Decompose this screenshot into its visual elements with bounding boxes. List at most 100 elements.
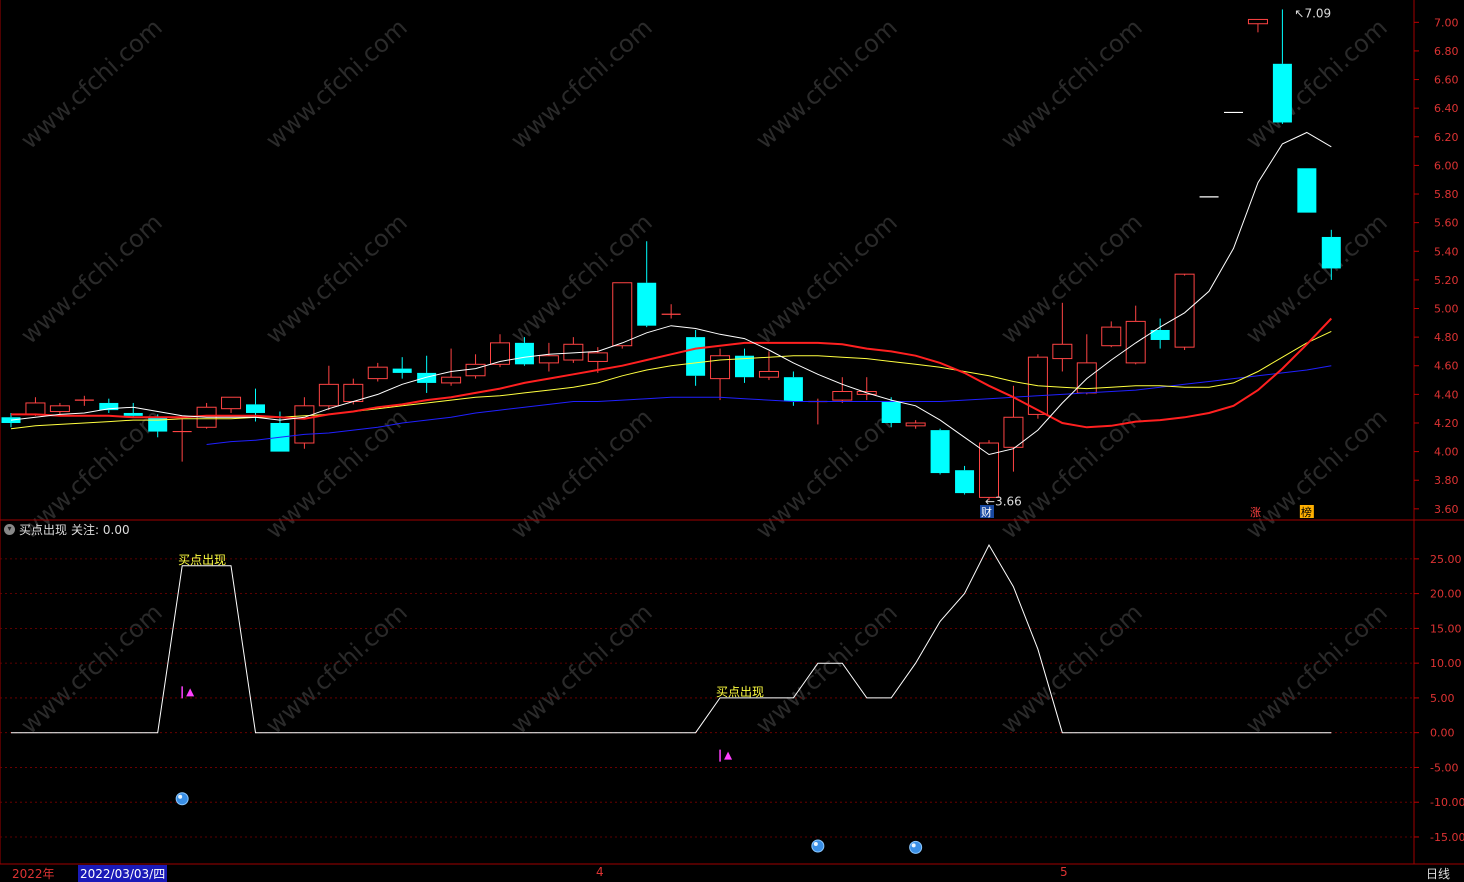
indicator-title[interactable]: ▾ 买点出现 关注: 0.00 — [4, 521, 130, 537]
watermark-text: www.cfchi.com — [995, 13, 1147, 154]
candle-body-down — [246, 404, 265, 413]
indicator-name: 买点出现 — [19, 522, 68, 537]
candle-body-up — [25, 402, 46, 415]
signal-label: 买点出现 — [716, 685, 764, 699]
ma5-line — [10, 131, 1332, 456]
watermark-text: www.cfchi.com — [1240, 208, 1392, 349]
watermark-text: www.cfchi.com — [15, 208, 167, 349]
candle-body-up — [1125, 320, 1146, 364]
candle-body-down — [417, 372, 437, 383]
candle-body-down — [1, 417, 21, 423]
indicator-tick-label: 20.00 — [1430, 588, 1462, 601]
watermark-text: www.cfchi.com — [260, 13, 412, 154]
candle-body-up — [1052, 343, 1073, 360]
watermark-text: www.cfchi.com — [750, 208, 902, 349]
candle-body-up — [1101, 326, 1122, 347]
candle-body-up — [294, 405, 315, 444]
indicator-tick-label: 0.00 — [1430, 727, 1455, 740]
indicator-tick-label: 25.00 — [1430, 553, 1462, 566]
indicator-tick-label: -15.00 — [1430, 831, 1464, 844]
candle-body-up — [612, 282, 633, 347]
ball-marker-icon — [909, 840, 923, 854]
indicator-line — [11, 543, 1332, 734]
badge-zhang: 涨 — [1250, 506, 1261, 519]
badge-bang: 榜 — [1301, 505, 1312, 519]
candle-body-up — [367, 366, 388, 380]
price-tick-label: 5.20 — [1434, 274, 1459, 287]
candle-body-up — [318, 383, 339, 407]
month-label-4: 4 — [596, 865, 604, 879]
watermark-text: www.cfchi.com — [750, 403, 902, 544]
high-price-label: ↖7.09 — [1294, 6, 1331, 20]
candle-body-up — [979, 442, 999, 498]
watermark-text: www.cfchi.com — [750, 598, 902, 739]
candle-body-up — [1174, 273, 1195, 348]
period-button[interactable]: 日线 — [1426, 865, 1450, 882]
watermark-text: www.cfchi.com — [505, 13, 657, 154]
candle-body-down — [1297, 168, 1317, 213]
ball-marker-icon — [811, 839, 825, 853]
watermark-text: www.cfchi.com — [15, 13, 167, 154]
price-tick-label: 4.20 — [1434, 417, 1459, 430]
price-tick-label: 3.80 — [1434, 474, 1459, 487]
price-tick-label: 6.80 — [1434, 45, 1459, 58]
price-tick-label: 3.60 — [1434, 503, 1459, 516]
indicator-layer: 买点出现买点出现 — [11, 543, 1332, 854]
price-tick-label: 4.60 — [1434, 360, 1459, 373]
month-label-5: 5 — [1060, 865, 1068, 879]
price-tick-label: 6.40 — [1434, 102, 1459, 115]
candle-body-up — [441, 376, 462, 384]
candle-body-down — [123, 412, 143, 416]
badge-cai: 财 — [981, 505, 992, 519]
candle-body-up — [538, 355, 559, 364]
watermark-text: www.cfchi.com — [995, 598, 1147, 739]
watermark-text: www.cfchi.com — [505, 598, 657, 739]
collapse-icon[interactable]: ▾ — [4, 523, 15, 535]
price-tick-label: 5.60 — [1434, 217, 1459, 230]
watermark-text: www.cfchi.com — [260, 208, 412, 349]
year-label: 2022年 — [12, 867, 55, 881]
watermark-text: www.cfchi.com — [750, 13, 902, 154]
candle-body-down — [881, 401, 901, 423]
candle-body-down — [1272, 63, 1292, 123]
candle-body-up — [465, 363, 486, 377]
moving-average-layer — [10, 131, 1333, 456]
price-tick-label: 4.00 — [1434, 446, 1459, 459]
indicator-tick-label: -5.00 — [1430, 761, 1458, 774]
buy-arrow-icon — [724, 751, 733, 760]
candle-body-up — [758, 370, 779, 378]
candle-body-up — [1003, 416, 1024, 448]
indicator-value: 关注: 0.00 — [71, 522, 130, 537]
stock-chart[interactable]: www.cfchi.com www.cfchi.com www.cfchi.com w… — [0, 0, 1464, 882]
candle-body-down — [1321, 236, 1341, 269]
price-tick-label: 4.80 — [1434, 331, 1459, 344]
price-axis-layer: 3.60 3.80 4.00 4.20 4.40 4.60 4.80 5.00 5.20 5.40… — [1414, 16, 1464, 844]
watermark-text: www.cfchi.com — [15, 598, 167, 739]
signal-label: 买点出现 — [178, 553, 226, 567]
ball-marker-highlight — [178, 794, 183, 799]
watermark-text: www.cfchi.com — [505, 208, 657, 349]
price-tick-label: 6.00 — [1434, 159, 1459, 172]
candle-body-down — [392, 368, 412, 373]
price-tick-label: 4.40 — [1434, 388, 1459, 401]
candle-body-down — [686, 337, 706, 376]
watermark-layer: www.cfchi.com www.cfchi.com www.cfchi.com w… — [15, 13, 1392, 739]
ball-marker-icon — [175, 792, 189, 806]
ball-marker-highlight — [813, 842, 818, 847]
candle-body-up — [343, 383, 364, 403]
price-tick-label: 7.00 — [1434, 16, 1459, 29]
candle-body-up — [1247, 18, 1268, 25]
indicator-tick-label: 15.00 — [1430, 622, 1462, 635]
candle-body-down — [955, 470, 975, 494]
candle-body-up — [221, 396, 242, 410]
candle-body-up — [832, 391, 853, 401]
price-tick-label: 5.80 — [1434, 188, 1459, 201]
ball-marker-highlight — [911, 843, 916, 848]
indicator-tick-label: 10.00 — [1430, 657, 1462, 670]
candle-body-down — [637, 282, 657, 326]
candle-body-down — [514, 342, 534, 365]
candle-body-up — [49, 405, 70, 413]
indicator-tick-label: 5.00 — [1430, 692, 1455, 705]
indicator-tick-label: -10.00 — [1430, 796, 1464, 809]
watermark-text: www.cfchi.com — [1240, 403, 1392, 544]
